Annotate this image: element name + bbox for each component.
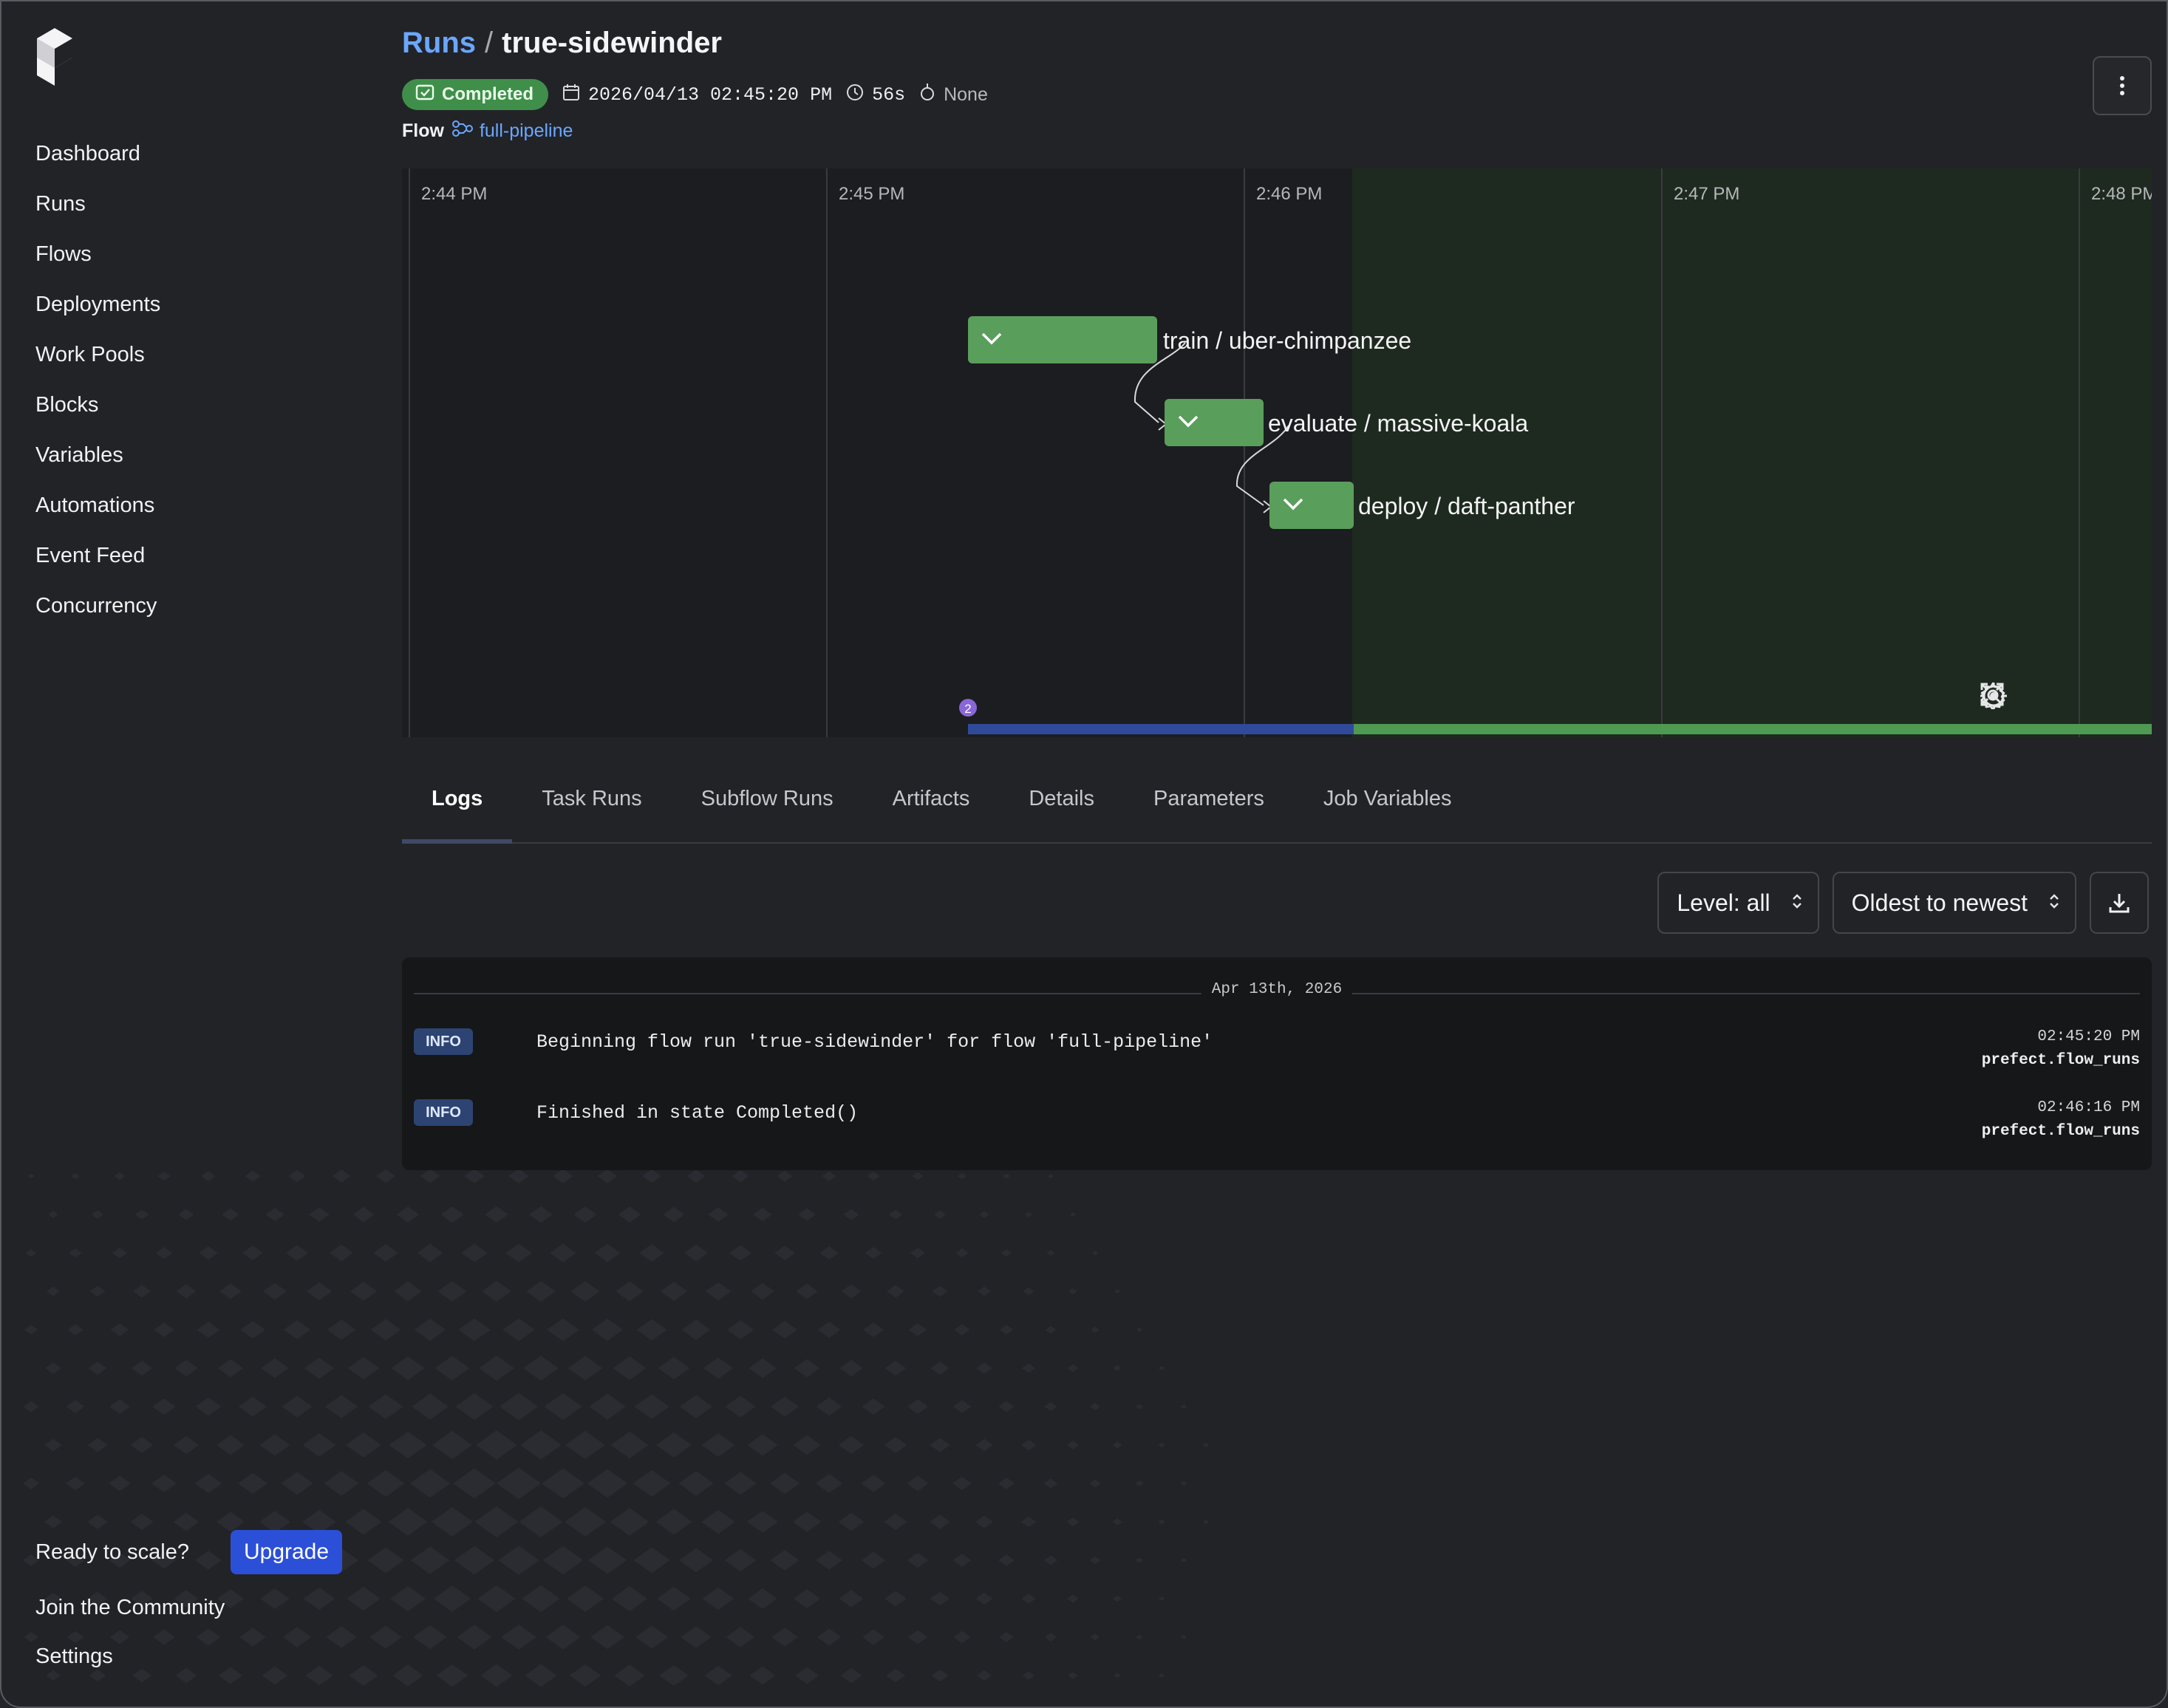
log-logger-name: prefect.flow_runs (1981, 1052, 2140, 1069)
download-logs-button[interactable] (2090, 872, 2149, 934)
chevron-up-down-icon (2048, 889, 2060, 917)
log-row: INFO Finished in state Completed() 02:46… (414, 1099, 2140, 1151)
tab-details[interactable]: Details (999, 770, 1124, 842)
task-label-train: train / uber-chimpanzee (1163, 327, 1411, 354)
flow-run-timeline[interactable]: 2:44 PM 2:45 PM 2:46 PM 2:47 PM 2:48 PM … (402, 168, 2152, 737)
start-time-value: 2026/04/13 02:45:20 PM (588, 83, 833, 106)
tick-label: 2:46 PM (1256, 184, 1322, 204)
sidebar-item-runs[interactable]: Runs (35, 186, 160, 236)
event-marker[interactable]: 2 (959, 699, 977, 717)
upgrade-button[interactable]: Upgrade (230, 1530, 343, 1574)
event-count: 2 (964, 702, 971, 716)
flow-label: Flow (402, 120, 444, 141)
log-level-badge: INFO (414, 1099, 473, 1126)
log-logger-name: prefect.flow_runs (1981, 1123, 2140, 1140)
page-title: true-sidewinder (502, 27, 722, 59)
completed-state-bar (1354, 724, 2152, 734)
sidebar-item-automations[interactable]: Automations (35, 488, 160, 538)
kebab-icon (2120, 76, 2124, 95)
level-filter-select[interactable]: Level: all (1657, 872, 1819, 934)
duration: 56s (845, 83, 905, 107)
sidebar-item-flows[interactable]: Flows (35, 236, 160, 287)
status-label: Completed (442, 84, 534, 104)
breadcrumb-separator: / (485, 27, 494, 59)
more-options-button[interactable] (2093, 56, 2152, 115)
app-window: Dashboard Runs Flows Deployments Work Po… (0, 0, 2168, 1708)
sort-order-value: Oldest to newest (1851, 889, 2028, 916)
task-label-evaluate: evaluate / massive-koala (1268, 410, 1528, 437)
sidebar-nav: Dashboard Runs Flows Deployments Work Po… (35, 136, 160, 638)
log-message: Finished in state Completed() (536, 1102, 859, 1124)
tick-label: 2:48 PM (2091, 184, 2152, 204)
sidebar-item-concurrency[interactable]: Concurrency (35, 588, 160, 638)
log-date: Apr 13th, 2026 (1201, 981, 1353, 998)
task-label-deploy: deploy / daft-panther (1358, 493, 1575, 519)
timeline-canvas: 2:44 PM 2:45 PM 2:46 PM 2:47 PM 2:48 PM … (409, 168, 2152, 737)
worker-icon (918, 83, 936, 107)
log-controls: Level: all Oldest to newest (1657, 872, 2149, 934)
start-time: 2026/04/13 02:45:20 PM (562, 83, 832, 107)
tick-label: 2:45 PM (839, 184, 904, 204)
join-community-link[interactable]: Join the Community (35, 1585, 342, 1636)
flow-link[interactable]: full-pipeline (451, 120, 573, 143)
prefect-logo-icon[interactable] (34, 28, 75, 87)
timeline-controls (1979, 681, 2130, 711)
duration-value: 56s (872, 83, 906, 106)
breadcrumb-runs-link[interactable]: Runs (402, 27, 476, 59)
check-square-icon (415, 84, 434, 106)
sort-order-select[interactable]: Oldest to newest (1832, 872, 2076, 934)
tab-artifacts[interactable]: Artifacts (863, 770, 1000, 842)
sidebar-item-work-pools[interactable]: Work Pools (35, 337, 160, 387)
sidebar-footer: Ready to scale? Upgrade Join the Communi… (35, 1529, 343, 1680)
log-timestamp: 02:45:20 PM (2037, 1028, 2140, 1045)
sidebar-item-dashboard[interactable]: Dashboard (35, 136, 160, 186)
log-level-badge: INFO (414, 1028, 473, 1055)
breadcrumb: Runs / true-sidewinder (402, 27, 722, 60)
running-region (1352, 168, 2152, 737)
sidebar: Dashboard Runs Flows Deployments Work Po… (1, 1, 378, 1707)
flow-name: full-pipeline (479, 120, 573, 141)
calendar-icon (562, 83, 581, 107)
sidebar-item-blocks[interactable]: Blocks (35, 387, 160, 437)
tab-parameters[interactable]: Parameters (1124, 770, 1294, 842)
fullscreen-button[interactable] (1980, 681, 2069, 711)
download-icon (2109, 894, 2130, 913)
flow-icon (451, 120, 474, 143)
sidebar-item-variables[interactable]: Variables (35, 437, 160, 488)
tab-job-variables[interactable]: Job Variables (1294, 770, 1482, 842)
tab-task-runs[interactable]: Task Runs (512, 770, 671, 842)
tag: None (918, 83, 988, 107)
log-row: INFO Beginning flow run 'true-sidewinder… (414, 1028, 2140, 1080)
run-tabs: Logs Task Runs Subflow Runs Artifacts De… (402, 770, 2152, 844)
tick-label: 2:44 PM (421, 184, 487, 204)
sidebar-item-deployments[interactable]: Deployments (35, 287, 160, 337)
task-bar-train[interactable]: train / uber-chimpanzee (968, 316, 1411, 363)
flow-info: Flow full-pipeline (402, 120, 573, 143)
run-meta: Completed 2026/04/13 02:45:20 PM 56s Non… (402, 78, 988, 111)
pending-state-bar (968, 724, 1354, 734)
chevron-up-down-icon (1791, 889, 1803, 917)
gear-icon (1980, 682, 2005, 709)
log-message: Beginning flow run 'true-sidewinder' for… (536, 1031, 1213, 1053)
log-panel: Apr 13th, 2026 INFO Beginning flow run '… (402, 957, 2152, 1170)
ready-to-scale-text: Ready to scale? (35, 1540, 189, 1564)
upgrade-prompt: Ready to scale? Upgrade (35, 1529, 343, 1575)
clock-icon (845, 83, 865, 107)
status-badge: Completed (402, 79, 549, 110)
settings-link[interactable]: Settings (35, 1636, 342, 1680)
tab-subflow-runs[interactable]: Subflow Runs (672, 770, 863, 842)
tick-label: 2:47 PM (1674, 184, 1739, 204)
log-timestamp: 02:46:16 PM (2037, 1099, 2140, 1116)
sidebar-item-event-feed[interactable]: Event Feed (35, 538, 160, 588)
level-filter-value: Level: all (1677, 889, 1770, 916)
timeline-settings-button[interactable] (1980, 681, 2130, 711)
tag-value: None (944, 83, 988, 105)
tab-logs[interactable]: Logs (402, 770, 513, 844)
